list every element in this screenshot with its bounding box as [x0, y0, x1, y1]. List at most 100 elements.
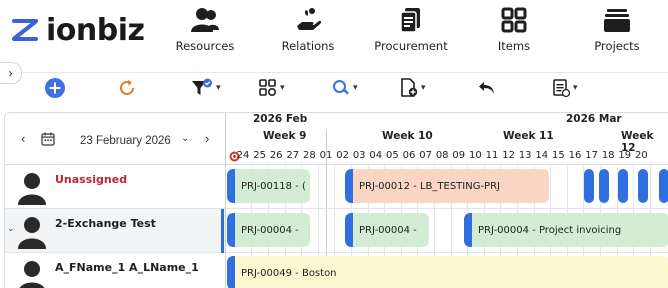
collapse-row-icon[interactable]: ⌄: [7, 223, 15, 234]
month-label: 2026 Mar: [566, 113, 622, 125]
nav-resources[interactable]: Resources: [160, 6, 250, 56]
booking-bar[interactable]: [659, 169, 668, 203]
day-label: 01: [319, 150, 333, 161]
avatar-icon: [18, 173, 46, 205]
booking-bar[interactable]: [599, 169, 609, 203]
day-label: 02: [336, 150, 349, 161]
day-label: 07: [419, 150, 432, 161]
week-label: Week 11: [503, 130, 554, 142]
header-divider: [22, 72, 668, 73]
booking-bar[interactable]: PRJ-00118 - (: [227, 169, 310, 203]
day-label: 04: [369, 150, 383, 161]
add-circle-icon: [45, 78, 65, 98]
day-label: 26: [269, 150, 283, 161]
refresh-button[interactable]: [117, 76, 137, 100]
bar-handle[interactable]: [345, 213, 353, 247]
day-label: 17: [585, 150, 598, 161]
previous-period-button[interactable]: ‹: [21, 131, 25, 146]
resource-name: A_FName_1 A_LName_1: [55, 261, 199, 274]
export-icon: [553, 79, 570, 98]
week-label: Week 12: [621, 130, 654, 154]
bar-handle[interactable]: [464, 213, 472, 247]
day-label: 19: [618, 150, 632, 161]
booking-bar[interactable]: PRJ-00049 - Boston: [227, 256, 668, 288]
resource-row[interactable]: Unassigned: [5, 165, 225, 209]
export-dropdown[interactable]: ▾: [552, 76, 578, 100]
date-label[interactable]: 23 February 2026: [80, 135, 171, 147]
resource-row[interactable]: ⌄ 2-Exchange Test: [5, 209, 225, 253]
day-label: 05: [386, 150, 399, 161]
group-dropdown[interactable]: ▾: [259, 76, 285, 100]
booking-bar[interactable]: [638, 169, 648, 203]
day-label: 10: [469, 150, 482, 161]
chevron-right-icon: ›: [8, 66, 13, 80]
items-icon: [501, 7, 527, 33]
nav-label: Resources: [175, 39, 235, 53]
add-button[interactable]: [44, 76, 66, 100]
bar-handle[interactable]: [227, 169, 235, 203]
selection-indicator: [221, 209, 224, 253]
date-navigator: ‹ 23 February 2026 ⌄ ›: [5, 113, 225, 165]
booking-label: PRJ-00004 -: [241, 224, 299, 236]
day-label: 15: [552, 150, 565, 161]
day-label: 12: [502, 150, 515, 161]
nav-procurement[interactable]: Procurement: [366, 6, 456, 56]
bar-handle[interactable]: [345, 169, 353, 203]
relations-icon: [297, 8, 322, 30]
chevron-down-icon: ▾: [280, 83, 285, 93]
nav-label: Projects: [594, 39, 640, 53]
procurement-icon: [400, 8, 420, 33]
day-label: 20: [635, 150, 648, 161]
search-icon: [333, 80, 349, 95]
week-label: Week 9: [263, 130, 307, 142]
calendar-icon[interactable]: [41, 132, 55, 146]
avatar-icon: [18, 217, 46, 249]
bar-handle[interactable]: [227, 256, 235, 288]
nav-relations[interactable]: Relations: [263, 6, 353, 56]
app-logo[interactable]: ionbiz: [8, 10, 145, 50]
chevron-down-icon: ▾: [216, 83, 221, 93]
nav-projects[interactable]: Projects: [572, 6, 662, 56]
booking-label: PRJ-00004 - Project invoicing: [478, 224, 622, 236]
chevron-down-icon[interactable]: ⌄: [181, 133, 189, 144]
day-label: 24: [236, 150, 250, 161]
logo-text: ionbiz: [46, 12, 145, 48]
day-label: 09: [452, 150, 466, 161]
booking-label: PRJ-00012 - LB_TESTING-PRJ: [359, 180, 500, 192]
booking-bar[interactable]: [584, 169, 594, 203]
day-label: 16: [568, 150, 582, 161]
booking-bar[interactable]: [618, 169, 628, 203]
booking-label: PRJ-00118 - (: [241, 180, 306, 192]
resource-list: ‹ 23 February 2026 ⌄ › Unassigned ⌄ 2-Ex…: [5, 113, 225, 288]
next-period-button[interactable]: ›: [205, 131, 209, 146]
day-label: 13: [518, 150, 532, 161]
search-dropdown[interactable]: ▾: [332, 76, 358, 100]
bar-handle[interactable]: [227, 213, 235, 247]
booking-bar[interactable]: PRJ-00012 - LB_TESTING-PRJ: [345, 169, 549, 203]
undo-icon: [479, 82, 494, 94]
chevron-down-icon: ▾: [573, 83, 578, 93]
refresh-icon: [120, 80, 134, 95]
booking-bar[interactable]: PRJ-00004 -: [345, 213, 429, 247]
row-separator: [226, 208, 668, 209]
booking-bar[interactable]: PRJ-00004 -: [227, 213, 310, 247]
filter-icon: [192, 78, 212, 95]
booking-label: PRJ-00004 -: [359, 224, 417, 236]
nav-items[interactable]: Items: [469, 6, 559, 56]
new-document-icon: [401, 78, 418, 97]
nav-label: Items: [497, 39, 531, 53]
resource-name: Unassigned: [55, 173, 128, 186]
undo-button[interactable]: [478, 76, 496, 100]
timeline: 2026 Feb 2026 Mar Week 9 Week 10 Week 11…: [226, 113, 668, 288]
day-label: 18: [601, 150, 615, 161]
avatar-icon: [19, 261, 45, 288]
header-border: [226, 164, 668, 165]
logo-mark-icon: [12, 19, 38, 41]
resource-row[interactable]: A_FName_1 A_LName_1: [5, 253, 225, 288]
new-document-dropdown[interactable]: ▾: [400, 76, 426, 100]
booking-bar[interactable]: PRJ-00004 - Project invoicing: [464, 213, 668, 247]
chevron-down-icon: ▾: [353, 83, 358, 93]
filter-dropdown[interactable]: ▾: [191, 76, 221, 100]
expand-sidebar-button[interactable]: ›: [0, 62, 22, 84]
resources-icon: [191, 8, 219, 32]
